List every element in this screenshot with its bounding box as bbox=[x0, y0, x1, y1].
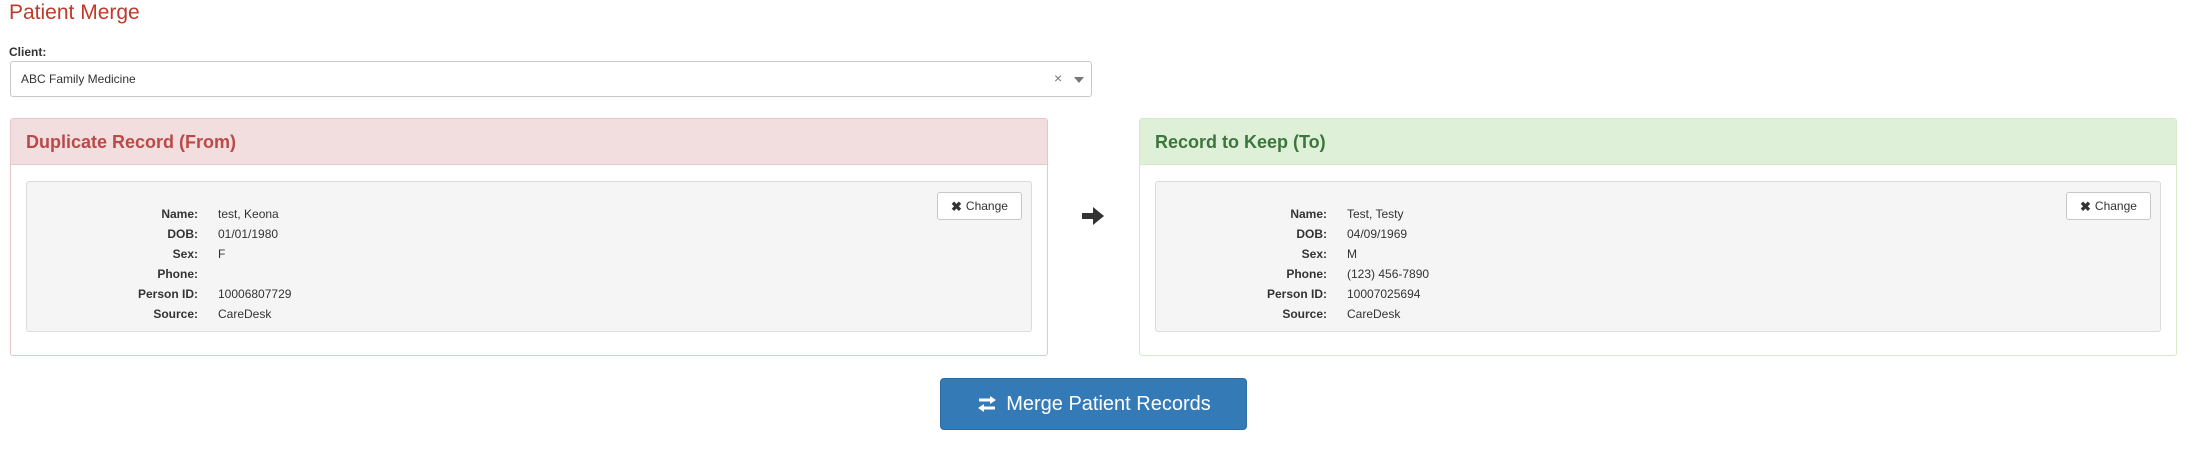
merge-button-label: Merge Patient Records bbox=[1006, 392, 1211, 415]
person-id-label: Person ID: bbox=[137, 287, 198, 301]
sex-label: Sex: bbox=[1301, 247, 1327, 261]
to-source-value: CareDesk bbox=[1347, 307, 1401, 321]
times-icon: ✖ bbox=[951, 198, 962, 214]
to-sex-value: M bbox=[1347, 247, 1357, 261]
record-to-keep-heading: Record to Keep (To) bbox=[1140, 119, 2176, 165]
record-to-keep-panel: Record to Keep (To) Name: DOB: Sex: Phon… bbox=[1139, 118, 2177, 356]
arrow-right-icon bbox=[1082, 207, 1104, 225]
dob-label: DOB: bbox=[1296, 227, 1327, 241]
merge-patient-records-button[interactable]: Merge Patient Records bbox=[940, 378, 1247, 430]
name-label: Name: bbox=[161, 207, 198, 221]
change-to-button[interactable]: ✖ Change bbox=[2066, 192, 2151, 220]
source-label: Source: bbox=[153, 307, 198, 321]
client-select[interactable]: ABC Family Medicine × bbox=[10, 61, 1092, 97]
change-from-button[interactable]: ✖ Change bbox=[937, 192, 1022, 220]
client-label: Client: bbox=[9, 45, 47, 59]
from-sex-value: F bbox=[218, 247, 226, 261]
from-name-value: test, Keona bbox=[218, 207, 279, 221]
clear-icon[interactable]: × bbox=[1054, 70, 1062, 86]
sex-label: Sex: bbox=[172, 247, 198, 261]
duplicate-record-details: Name: DOB: Sex: Phone: Person ID: Source… bbox=[26, 181, 1032, 332]
source-label: Source: bbox=[1282, 307, 1327, 321]
to-phone-value: (123) 456-7890 bbox=[1347, 267, 1430, 281]
to-dob-value: 04/09/1969 bbox=[1347, 227, 1408, 241]
client-selected-value: ABC Family Medicine bbox=[21, 72, 136, 86]
page-title: Patient Merge bbox=[9, 1, 140, 24]
change-to-label: Change bbox=[2094, 199, 2137, 213]
record-to-keep-details: Name: DOB: Sex: Phone: Person ID: Source… bbox=[1155, 181, 2161, 332]
duplicate-record-panel: Duplicate Record (From) Name: DOB: Sex: … bbox=[10, 118, 1048, 356]
from-source-value: CareDesk bbox=[218, 307, 272, 321]
change-from-label: Change bbox=[965, 199, 1008, 213]
to-name-value: Test, Testy bbox=[1347, 207, 1404, 221]
exchange-icon bbox=[978, 396, 997, 412]
from-dob-value: 01/01/1980 bbox=[218, 227, 279, 241]
dob-label: DOB: bbox=[167, 227, 198, 241]
to-person-id-value: 10007025694 bbox=[1347, 287, 1421, 301]
phone-label: Phone: bbox=[157, 267, 198, 281]
phone-label: Phone: bbox=[1286, 267, 1327, 281]
duplicate-record-heading: Duplicate Record (From) bbox=[11, 119, 1047, 165]
name-label: Name: bbox=[1290, 207, 1327, 221]
person-id-label: Person ID: bbox=[1266, 287, 1327, 301]
chevron-down-icon[interactable] bbox=[1074, 77, 1084, 83]
from-person-id-value: 10006807729 bbox=[218, 287, 292, 301]
times-icon: ✖ bbox=[2080, 198, 2091, 214]
